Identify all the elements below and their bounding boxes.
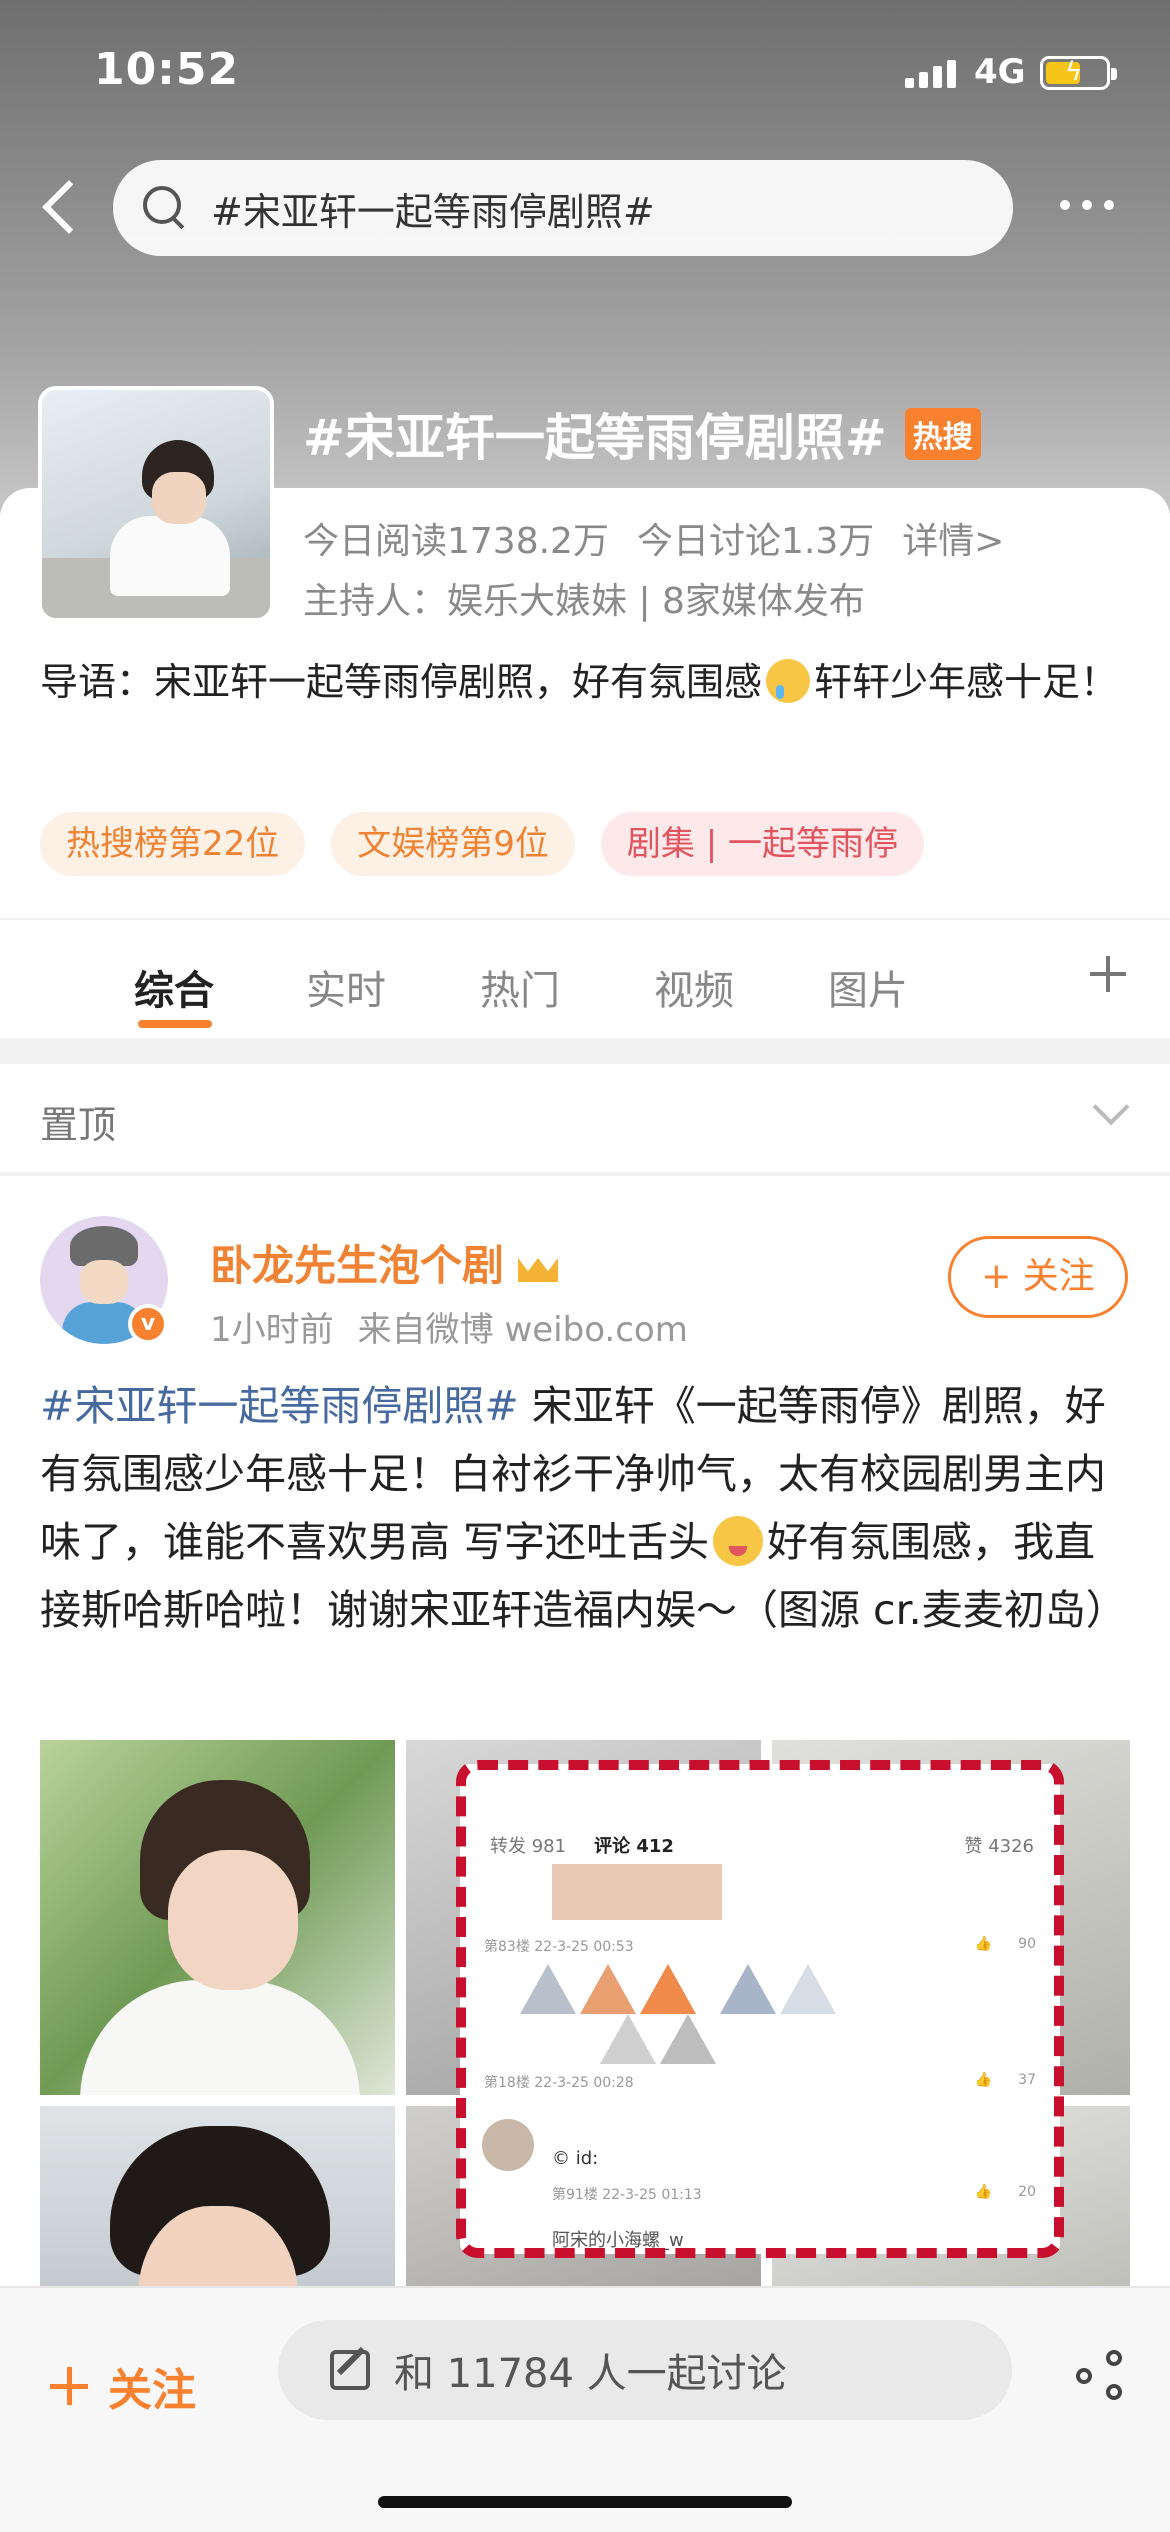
comment-screenshot: 转发 981 评论 412 赞 4326 第83楼 22-3-25 00:53 … xyxy=(460,1764,1060,2254)
overlay-last-user: 阿宋的小海螺_w xyxy=(552,2230,684,2251)
home-indicator xyxy=(378,2496,792,2508)
topic-intro-prefix: 导语：宋亚轩一起等雨停剧照，好有氛围感 xyxy=(40,660,763,704)
overlay-row-1-floor: 第83楼 22-3-25 00:53 xyxy=(484,1939,634,1955)
pinned-label: 置顶 xyxy=(40,1103,117,1147)
more-options-button[interactable] xyxy=(1060,200,1114,210)
overlay-row-3-likes: 20 xyxy=(1018,2184,1036,2200)
network-type: 4G xyxy=(974,52,1026,92)
overlay-tab-comment: 评论 412 xyxy=(594,1832,674,1868)
discuss-placeholder: 和 11784 人一起讨论 xyxy=(394,2351,787,2397)
share-icon[interactable] xyxy=(1076,2350,1128,2402)
crying-emoji-icon xyxy=(766,659,811,703)
signal-icon xyxy=(905,60,956,88)
hot-search-badge: 热搜 xyxy=(904,408,981,460)
overlay-tab-repost: 转发 981 xyxy=(490,1836,567,1857)
verified-badge-icon: v xyxy=(128,1304,168,1344)
tab-hot[interactable]: 热门 xyxy=(480,958,560,1016)
overlay-row-1: 第83楼 22-3-25 00:53 👍 90 xyxy=(484,1936,1036,1956)
tag-ent-rank[interactable]: 文娱榜第9位 xyxy=(331,812,575,876)
overlay-image xyxy=(552,1864,722,1920)
overlay-row-2: 第18楼 22-3-25 00:28 👍 37 xyxy=(484,2072,1036,2092)
topic-intro-suffix: 轩轩少年感十足！ xyxy=(814,660,1119,704)
photo-1[interactable] xyxy=(40,1740,395,2095)
mosaic-blur xyxy=(520,1964,860,2064)
search-icon xyxy=(143,186,187,230)
overlay-row-2-floor: 第18楼 22-3-25 00:28 xyxy=(484,2075,634,2091)
like-icon: 👍 xyxy=(974,2184,993,2200)
topic-intro: 导语：宋亚轩一起等雨停剧照，好有氛围感 轩轩少年感十足！ xyxy=(40,652,1130,712)
post-meta: 1小时前 来自微博 weibo.com xyxy=(210,1302,688,1351)
post-topic-link[interactable]: #宋亚轩一起等雨停剧照# xyxy=(40,1382,519,1430)
like-icon: 👍 xyxy=(974,1936,993,1952)
post-author-name: 卧龙先生泡个剧 xyxy=(210,1241,505,1290)
stat-read: 今日阅读1738.2万 xyxy=(303,521,609,562)
overlay-tabs: 转发 981 评论 412 xyxy=(490,1832,674,1868)
topic-title-text: #宋亚轩一起等雨停剧照# xyxy=(303,409,887,467)
stat-discuss: 今日讨论1.3万 xyxy=(636,521,875,562)
status-bar: 10:52 4G ϟ xyxy=(0,0,1170,140)
topic-stats: 今日阅读1738.2万 今日讨论1.3万 详情> xyxy=(303,512,1004,564)
details-link[interactable]: 详情> xyxy=(902,512,1004,564)
bottom-follow-button[interactable]: 关注 xyxy=(50,2354,196,2418)
topic-host: 主持人：娱乐大婊妹 | 8家媒体发布 xyxy=(303,581,865,622)
discuss-input[interactable]: 和 11784 人一起讨论 xyxy=(278,2320,1012,2420)
pinned-section[interactable]: 置顶 xyxy=(0,1064,1170,1172)
tag-drama[interactable]: 剧集 | 一起等雨停 xyxy=(600,812,924,876)
overlay-row-3: 第91楼 22-3-25 01:13 👍 20 xyxy=(484,2184,1036,2204)
overlay-id: © id: xyxy=(552,2148,599,2169)
search-input[interactable]: #宋亚轩一起等雨停剧照# xyxy=(113,160,1013,256)
post-source: 来自微博 weibo.com xyxy=(357,1310,688,1350)
status-time: 10:52 xyxy=(94,44,240,95)
overlay-avatar xyxy=(482,2119,534,2171)
tab-realtime[interactable]: 实时 xyxy=(306,958,386,1016)
overlay-row-3-floor: 第91楼 22-3-25 01:13 xyxy=(552,2187,702,2203)
topic-title: #宋亚轩一起等雨停剧照# 热搜 xyxy=(303,398,981,470)
overlay-row-1-likes: 90 xyxy=(1018,1936,1036,1952)
chevron-down-icon xyxy=(1092,1088,1130,1126)
tab-images[interactable]: 图片 xyxy=(828,958,908,1016)
active-tab-indicator xyxy=(138,1020,212,1028)
back-button[interactable] xyxy=(34,172,84,242)
topic-thumbnail[interactable] xyxy=(38,386,274,622)
follow-button[interactable]: + 关注 xyxy=(948,1236,1128,1318)
tag-hot-rank[interactable]: 热搜榜第22位 xyxy=(40,812,306,876)
post-author[interactable]: 卧龙先生泡个剧 xyxy=(210,1232,558,1293)
tab-comprehensive[interactable]: 综合 xyxy=(134,958,214,1016)
topic-tags: 热搜榜第22位 文娱榜第9位 剧集 | 一起等雨停 xyxy=(40,812,924,876)
overlay-likes: 赞 4326 xyxy=(964,1836,1034,1857)
like-icon: 👍 xyxy=(974,2072,993,2088)
edit-icon xyxy=(330,2350,370,2390)
bottom-follow-label: 关注 xyxy=(108,2365,196,2416)
plus-icon xyxy=(50,2367,88,2405)
add-tab-icon[interactable] xyxy=(1086,952,1130,996)
post-time: 1小时前 xyxy=(210,1310,334,1350)
post-text: #宋亚轩一起等雨停剧照# 宋亚轩《一起等雨停》剧照，好有氛围感少年感十足！白衬衫… xyxy=(40,1372,1135,1644)
crown-icon xyxy=(518,1250,558,1282)
search-query: #宋亚轩一起等雨停剧照# xyxy=(211,189,655,234)
battery-icon: ϟ xyxy=(1040,56,1117,90)
overlay-row-2-likes: 37 xyxy=(1018,2072,1036,2088)
feed-tabs: 综合 实时 热门 视频 图片 xyxy=(0,918,1170,1038)
laughing-emoji-icon xyxy=(713,1516,764,1566)
tab-video[interactable]: 视频 xyxy=(654,958,734,1016)
